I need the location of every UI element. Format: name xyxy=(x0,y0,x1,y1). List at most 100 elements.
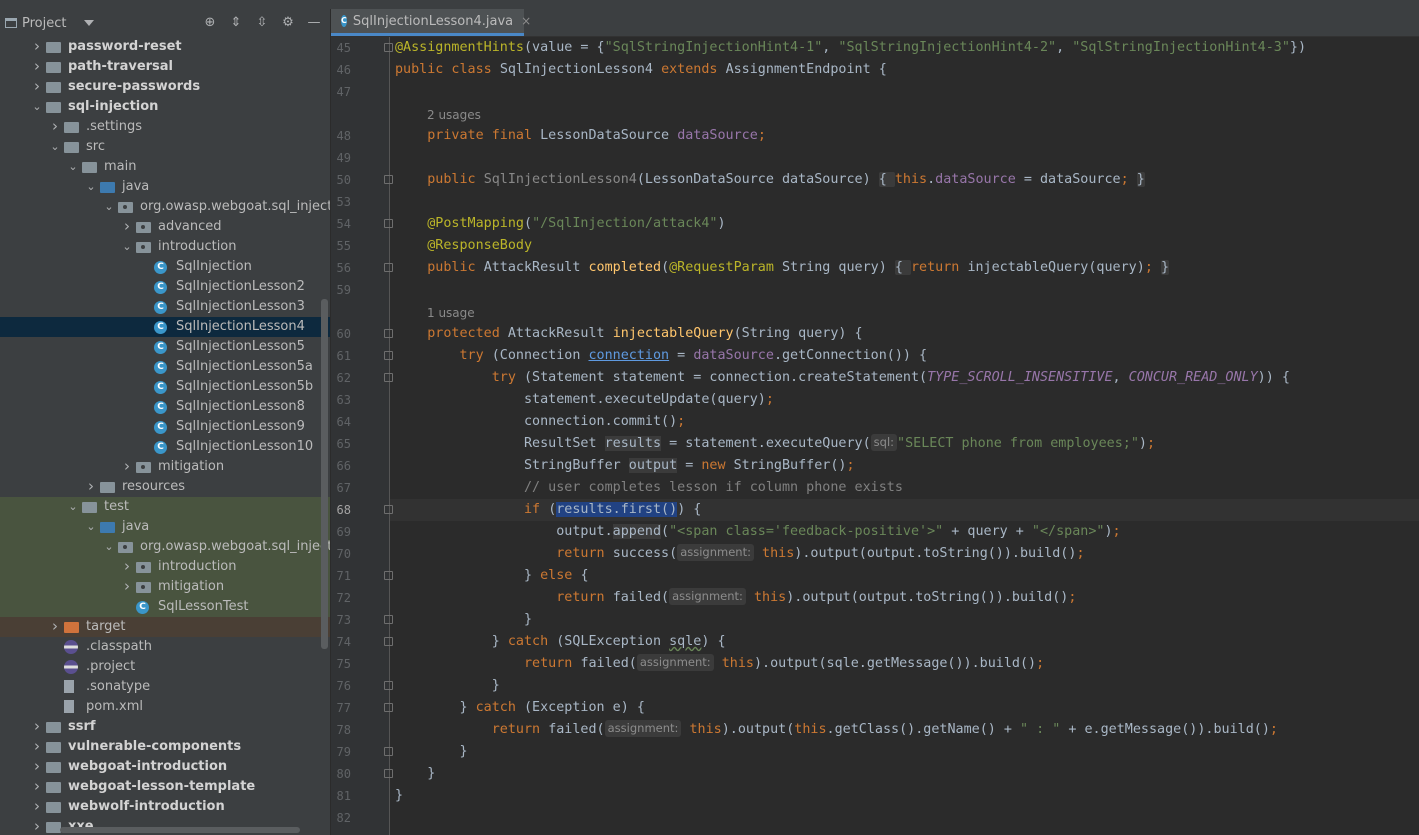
tree-item[interactable]: › ssrf xyxy=(0,717,330,737)
fold-marker[interactable] xyxy=(384,615,393,624)
chevron-right-icon[interactable]: › xyxy=(86,477,96,497)
fold-marker[interactable] xyxy=(384,329,393,338)
tree-item[interactable]: › .settings xyxy=(0,117,330,137)
chevron-right-icon[interactable]: › xyxy=(50,617,60,637)
fold-marker[interactable] xyxy=(384,373,393,382)
tree-item[interactable]: › webgoat-introduction xyxy=(0,757,330,777)
tree-item[interactable]: › mitigation xyxy=(0,577,330,597)
chevron-right-icon[interactable]: › xyxy=(32,737,42,757)
line-number[interactable]: 80 xyxy=(331,763,351,785)
tree-item[interactable]: C SqlInjectionLesson5 xyxy=(0,337,330,357)
chevron-down-icon[interactable]: ⌄ xyxy=(32,97,42,117)
line-number[interactable]: 46 xyxy=(331,59,351,81)
line-number[interactable]: 79 xyxy=(331,741,351,763)
tree-item[interactable]: › webgoat-lesson-template xyxy=(0,777,330,797)
tree-horizontal-scrollbar[interactable] xyxy=(60,827,300,833)
line-number[interactable]: 48 xyxy=(331,125,351,147)
chevron-down-icon[interactable] xyxy=(84,20,95,26)
fold-marker[interactable] xyxy=(384,175,393,184)
line-number[interactable]: 69 xyxy=(331,521,351,543)
chevron-down-icon[interactable]: ⌄ xyxy=(86,517,96,537)
project-panel-title[interactable]: Project xyxy=(22,16,66,31)
chevron-down-icon[interactable]: ⌄ xyxy=(122,237,132,257)
line-number[interactable]: 45 xyxy=(331,37,351,59)
chevron-right-icon[interactable]: › xyxy=(32,37,42,57)
line-number[interactable]: 62 xyxy=(331,367,351,389)
tree-item[interactable]: C SqlLessonTest xyxy=(0,597,330,617)
line-number[interactable]: 76 xyxy=(331,675,351,697)
tree-item[interactable]: .classpath xyxy=(0,637,330,657)
chevron-down-icon[interactable]: ⌄ xyxy=(68,497,78,517)
tree-item[interactable]: ⌄ org.owasp.webgoat.sql_injection xyxy=(0,537,330,557)
line-number[interactable]: 47 xyxy=(331,81,351,103)
tree-item[interactable]: › advanced xyxy=(0,217,330,237)
tree-item[interactable]: pom.xml xyxy=(0,697,330,717)
line-number[interactable]: 59 xyxy=(331,279,351,301)
tree-item[interactable]: C SqlInjectionLesson5a xyxy=(0,357,330,377)
tree-item[interactable]: ⌄ java xyxy=(0,177,330,197)
tree-item[interactable]: ⌄ test xyxy=(0,497,330,517)
line-number[interactable]: 81 xyxy=(331,785,351,807)
tree-item[interactable]: C SqlInjectionLesson4 xyxy=(0,317,330,337)
tree-item[interactable]: › secure-passwords xyxy=(0,77,330,97)
line-number[interactable]: 53 xyxy=(331,191,351,213)
chevron-down-icon[interactable]: ⌄ xyxy=(86,177,96,197)
chevron-right-icon[interactable]: › xyxy=(32,777,42,797)
line-number[interactable]: 64 xyxy=(331,411,351,433)
chevron-right-icon[interactable]: › xyxy=(32,57,42,77)
tree-item[interactable]: C SqlInjection xyxy=(0,257,330,277)
chevron-right-icon[interactable]: › xyxy=(122,557,132,577)
chevron-right-icon[interactable]: › xyxy=(32,817,42,835)
line-number[interactable]: 82 xyxy=(331,807,351,829)
tree-vertical-scrollbar[interactable] xyxy=(321,299,328,649)
tree-item[interactable]: › mitigation xyxy=(0,457,330,477)
fold-marker[interactable] xyxy=(384,351,393,360)
chevron-down-icon[interactable]: ⌄ xyxy=(104,537,114,557)
line-number[interactable]: 68 xyxy=(331,499,351,521)
tree-item[interactable]: ⌄ sql-injection xyxy=(0,97,330,117)
chevron-down-icon[interactable]: ⌄ xyxy=(68,157,78,177)
usages-hint[interactable]: 2 usages xyxy=(427,105,481,125)
line-number[interactable]: 74 xyxy=(331,631,351,653)
chevron-right-icon[interactable]: › xyxy=(32,757,42,777)
line-number[interactable]: 75 xyxy=(331,653,351,675)
close-icon[interactable]: × xyxy=(521,14,531,28)
locate-icon[interactable]: ⊕ xyxy=(202,15,218,31)
line-number[interactable]: 63 xyxy=(331,389,351,411)
fold-marker[interactable] xyxy=(384,769,393,778)
chevron-right-icon[interactable]: › xyxy=(32,797,42,817)
tree-item[interactable]: ⌄ org.owasp.webgoat.sql_injection xyxy=(0,197,330,217)
tree-item[interactable]: › introduction xyxy=(0,557,330,577)
line-number[interactable]: 56 xyxy=(331,257,351,279)
fold-marker[interactable] xyxy=(384,571,393,580)
minimize-icon[interactable]: — xyxy=(306,15,322,31)
chevron-right-icon[interactable]: › xyxy=(50,117,60,137)
chevron-right-icon[interactable]: › xyxy=(122,457,132,477)
fold-marker[interactable] xyxy=(384,263,393,272)
tree-item[interactable]: .sonatype xyxy=(0,677,330,697)
tree-item[interactable]: › resources xyxy=(0,477,330,497)
editor-tab[interactable]: C SqlInjectionLesson4.java × xyxy=(331,9,531,36)
chevron-down-icon[interactable]: ⌄ xyxy=(50,137,60,157)
tree-item[interactable]: › webwolf-introduction xyxy=(0,797,330,817)
tree-item[interactable]: .project xyxy=(0,657,330,677)
line-number[interactable]: 50 xyxy=(331,169,351,191)
line-number[interactable]: 49 xyxy=(331,147,351,169)
fold-marker[interactable] xyxy=(384,637,393,646)
line-number[interactable]: 67 xyxy=(331,477,351,499)
tree-item[interactable]: ⌄ src xyxy=(0,137,330,157)
chevron-right-icon[interactable]: › xyxy=(32,717,42,737)
line-number[interactable]: 70 xyxy=(331,543,351,565)
tree-item[interactable]: ⌄ introduction xyxy=(0,237,330,257)
line-number[interactable]: 66 xyxy=(331,455,351,477)
line-number[interactable]: 72 xyxy=(331,587,351,609)
tree-item[interactable]: C SqlInjectionLesson2 xyxy=(0,277,330,297)
tree-item[interactable]: C SqlInjectionLesson5b xyxy=(0,377,330,397)
line-number[interactable]: 78 xyxy=(331,719,351,741)
tree-item[interactable]: C SqlInjectionLesson3 xyxy=(0,297,330,317)
fold-marker[interactable] xyxy=(384,505,393,514)
tree-item[interactable]: ⌄ java xyxy=(0,517,330,537)
line-number[interactable]: 77 xyxy=(331,697,351,719)
tree-item[interactable]: › target xyxy=(0,617,330,637)
line-number[interactable]: 61 xyxy=(331,345,351,367)
